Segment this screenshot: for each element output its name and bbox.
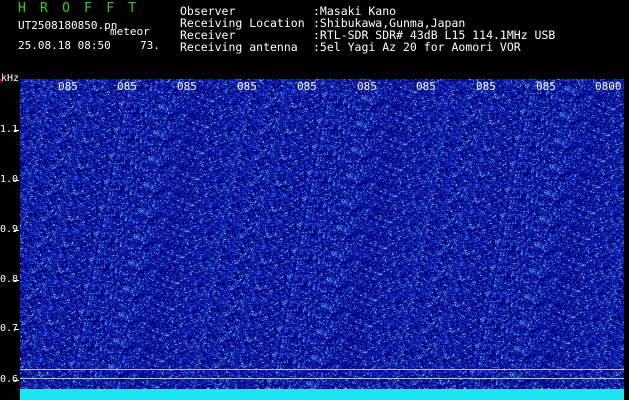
count-value: 73. bbox=[140, 39, 160, 52]
spectrogram-noise bbox=[20, 79, 624, 400]
corner-marker bbox=[0, 79, 2, 82]
y-tick-mark bbox=[14, 329, 19, 330]
header-panel: H R O F F T UT2508180850.pn meteor 25.08… bbox=[0, 0, 629, 78]
y-tick-mark bbox=[14, 280, 19, 281]
antenna-key: Receiving antenna bbox=[180, 40, 298, 54]
y-tick-mark bbox=[14, 380, 19, 381]
y-tick-mark bbox=[14, 130, 19, 131]
y-tick-mark bbox=[14, 180, 19, 181]
time-tick: 085 bbox=[476, 80, 496, 93]
file-name: UT2508180850.pn bbox=[18, 19, 118, 32]
y-axis-unit: kHz bbox=[1, 73, 20, 84]
reference-line-upper bbox=[20, 369, 624, 370]
time-tick: 085 bbox=[357, 80, 377, 93]
time-tick: 085 bbox=[416, 80, 436, 93]
time-tick: 085 bbox=[177, 80, 197, 93]
time-tick: 085 bbox=[117, 80, 137, 93]
spectrogram-canvas bbox=[20, 79, 624, 400]
time-tick: 085 bbox=[297, 80, 317, 93]
time-tick: 085 bbox=[58, 80, 78, 93]
baseline-band bbox=[20, 389, 624, 400]
time-tick: 085 bbox=[237, 80, 257, 93]
app-title: H R O F F T bbox=[18, 1, 140, 16]
time-tick: 0800 bbox=[595, 80, 622, 93]
reference-line-lower bbox=[20, 378, 624, 379]
antenna-value: :5el Yagi Az 20 for Aomori VOR bbox=[313, 40, 521, 54]
y-tick-mark bbox=[14, 230, 19, 231]
mode-label: meteor bbox=[110, 25, 150, 38]
datetime: 25.08.18 08:50 bbox=[18, 39, 111, 52]
time-tick: 085 bbox=[536, 80, 556, 93]
